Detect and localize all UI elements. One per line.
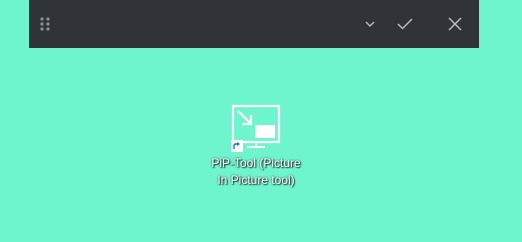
dropdown-button[interactable]	[359, 0, 381, 48]
pip-tool-app-icon	[231, 100, 281, 152]
drag-handle[interactable]	[35, 0, 55, 48]
shortcut-label: PiP-Tool (Picture In Picture tool)	[211, 156, 301, 187]
confirm-button[interactable]	[393, 0, 417, 48]
checkmark-icon	[397, 18, 413, 30]
shortcut-arrow-icon	[231, 140, 243, 152]
pip-toolbar	[29, 0, 479, 48]
grip-dots-icon	[40, 17, 50, 31]
close-button[interactable]	[443, 0, 467, 48]
chevron-down-icon	[365, 21, 375, 27]
close-icon	[448, 17, 462, 31]
pip-tool-shortcut[interactable]: PiP-Tool (Picture In Picture tool)	[211, 100, 301, 189]
